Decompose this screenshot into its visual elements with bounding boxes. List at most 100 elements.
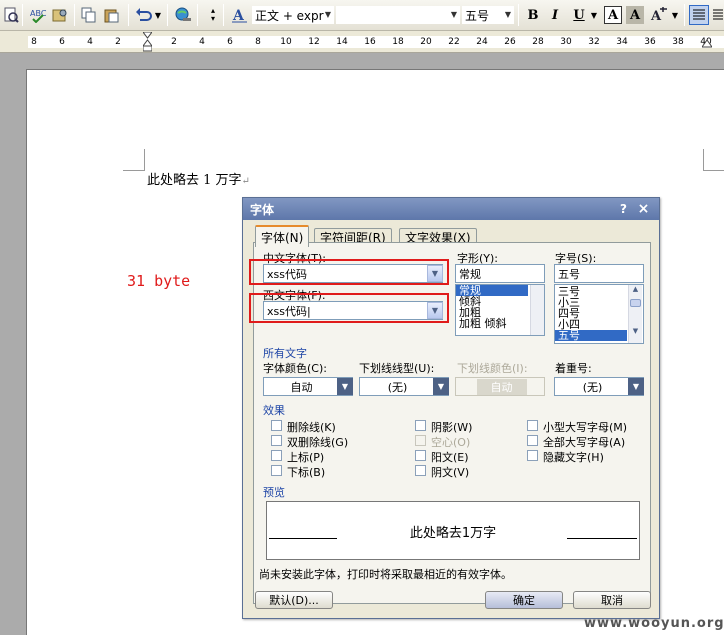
effect-dropdown-icon[interactable]: ▼ — [670, 5, 680, 25]
strikethrough-checkbox[interactable] — [271, 420, 282, 431]
corner-mark — [703, 149, 724, 171]
ruler-number: 32 — [588, 37, 600, 47]
scroll-thumb[interactable] — [630, 299, 641, 307]
size-scrollbar[interactable]: ▲ ▼ — [628, 285, 642, 343]
default-button[interactable]: 默认(D)... — [255, 591, 333, 609]
superscript-label: 上标(P) — [287, 451, 325, 464]
style-scrollbar[interactable] — [530, 285, 544, 335]
shadow-label: 阴影(W) — [431, 421, 473, 434]
shadow-checkbox[interactable] — [415, 420, 426, 431]
emboss-checkbox[interactable] — [415, 450, 426, 461]
spelling-icon[interactable]: ABC — [28, 5, 48, 25]
preview-text: 此处略去1万字 — [409, 526, 497, 541]
ok-button[interactable]: 确定 — [485, 591, 563, 609]
font-color-value: 自动 — [290, 380, 313, 394]
styles-formatting-icon[interactable]: A — [230, 5, 250, 25]
underline-button[interactable]: U — [570, 6, 588, 24]
style-combo[interactable]: 正文 + expr ▼ — [252, 6, 334, 24]
outline-label: 空心(O) — [431, 436, 471, 449]
all-caps-checkbox[interactable] — [527, 435, 538, 446]
toolbar-options-icon[interactable]: ▴ ▾ — [207, 5, 219, 25]
style-value: 正文 + expr — [255, 8, 324, 23]
effects-header: 效果 — [263, 404, 285, 417]
horizontal-ruler[interactable]: 8642246810121416182022242628303234363840 — [0, 31, 724, 53]
hidden-checkbox[interactable] — [527, 450, 538, 461]
ruler-number: 6 — [59, 37, 65, 47]
underline-type-value: (无) — [387, 380, 408, 394]
dialog-titlebar[interactable]: 字体 — [243, 198, 659, 220]
ruler-number: 2 — [115, 37, 121, 47]
double-strikethrough-checkbox[interactable] — [271, 435, 282, 446]
ruler-number: 26 — [504, 37, 516, 47]
style-value: 常规 — [459, 267, 481, 281]
align-more-icon[interactable] — [712, 5, 724, 25]
bold-button[interactable]: B — [524, 6, 542, 24]
emboss-label: 阳文(E) — [431, 451, 469, 464]
list-item[interactable]: 五号 — [555, 330, 627, 341]
research-icon[interactable] — [50, 5, 70, 25]
ruler-number: 4 — [199, 37, 205, 47]
style-input[interactable]: 常规 — [455, 264, 545, 283]
scroll-up-icon[interactable]: ▲ — [629, 285, 642, 293]
double-strikethrough-label: 双删除线(G) — [287, 436, 349, 449]
document-text: 此处略去 1 万字↵ — [147, 173, 250, 188]
ruler-number: 14 — [336, 37, 348, 47]
tab-font[interactable]: 字体(N) — [255, 225, 310, 247]
underline-type-label: 下划线线型(U): — [359, 362, 435, 375]
subscript-checkbox[interactable] — [271, 465, 282, 476]
help-button[interactable]: ? — [615, 201, 632, 217]
underline-color-value: 自动 — [476, 378, 527, 395]
paste-icon[interactable] — [102, 5, 122, 25]
preview-header: 预览 — [263, 486, 285, 499]
annotation-text: 31 byte — [127, 272, 191, 290]
formatting-toolbar: ABC ▼ ▴ ▾ A 正文 + expr ▼ ▼ 五号 ▼ B I U ▼ A … — [0, 0, 724, 31]
copy-icon[interactable] — [80, 5, 98, 25]
chevron-down-icon: ▼ — [450, 10, 457, 19]
text-effect-icon[interactable]: A — [648, 5, 670, 25]
ruler-number: 22 — [448, 37, 460, 47]
hidden-label: 隐藏文字(H) — [543, 451, 604, 464]
subscript-label: 下标(B) — [287, 466, 326, 479]
font-combo[interactable]: ▼ — [336, 6, 460, 24]
ruler-number: 6 — [227, 37, 233, 47]
chevron-down-icon: ▼ — [504, 10, 511, 19]
underline-dropdown-icon[interactable]: ▼ — [589, 5, 599, 25]
all-text-header: 所有文字 — [263, 347, 307, 360]
close-button[interactable]: × — [635, 201, 652, 217]
cancel-button[interactable]: 取消 — [573, 591, 651, 609]
size-combo[interactable]: 五号 ▼ — [462, 6, 514, 24]
undo-icon[interactable] — [133, 5, 153, 25]
right-indent-marker-icon[interactable] — [701, 38, 713, 48]
watermark: www.wooyun.org — [584, 616, 724, 631]
indent-marker-icon[interactable] — [142, 31, 153, 52]
italic-button[interactable]: I — [546, 6, 564, 24]
ruler-number: 4 — [87, 37, 93, 47]
hyperlink-icon[interactable] — [173, 5, 193, 25]
ruler-number: 8 — [255, 37, 261, 47]
chevron-down-icon[interactable]: ▼ — [433, 378, 449, 395]
chevron-down-icon[interactable]: ▼ — [337, 378, 353, 395]
chevron-down-icon[interactable]: ▼ — [628, 378, 644, 395]
scroll-down-icon[interactable]: ▼ — [629, 327, 642, 335]
engrave-checkbox[interactable] — [415, 465, 426, 476]
ruler-number: 28 — [532, 37, 544, 47]
size-input[interactable]: 五号 — [554, 264, 644, 283]
char-border-button[interactable]: A — [604, 6, 622, 24]
emphasis-value: (无) — [582, 380, 603, 394]
chevron-down-icon: ▼ — [324, 10, 331, 19]
ruler-number: 12 — [308, 37, 320, 47]
superscript-checkbox[interactable] — [271, 450, 282, 461]
ruler-number: 36 — [644, 37, 656, 47]
size-value: 五号 — [465, 8, 490, 23]
engrave-label: 阴文(V) — [431, 466, 470, 479]
font-note: 尚未安装此字体，打印时将采取最相近的有效字体。 — [259, 568, 512, 581]
outline-checkbox — [415, 435, 426, 446]
small-caps-checkbox[interactable] — [527, 420, 538, 431]
print-preview-icon[interactable] — [2, 5, 20, 25]
svg-text:ABC: ABC — [30, 9, 47, 18]
align-justify-icon[interactable] — [689, 5, 709, 25]
char-shading-button[interactable]: A — [626, 6, 644, 24]
dialog-title: 字体 — [250, 202, 275, 217]
undo-dropdown-icon[interactable]: ▼ — [153, 5, 163, 25]
size-value: 五号 — [558, 267, 580, 281]
